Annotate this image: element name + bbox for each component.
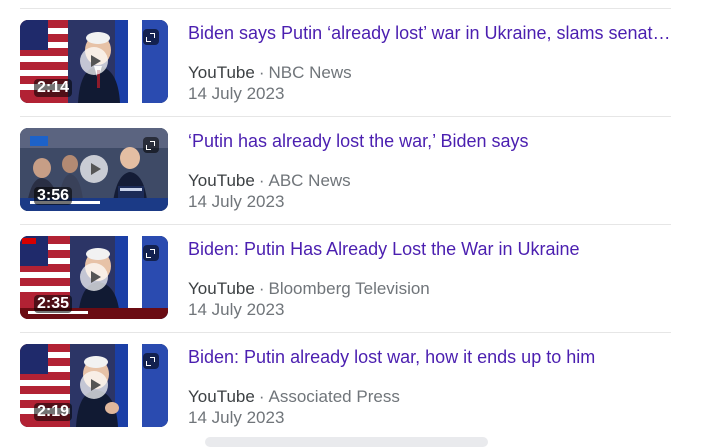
video-thumbnail[interactable]: 2:19	[20, 344, 168, 427]
video-channel: Associated Press	[268, 387, 400, 406]
video-duration: 3:56	[34, 187, 73, 205]
video-title-link[interactable]: ‘Putin has already lost the war,’ Biden …	[188, 130, 676, 152]
video-date: 14 July 2023	[188, 408, 285, 427]
play-icon[interactable]	[80, 155, 108, 183]
video-title-link[interactable]: Biden: Putin already lost war, how it en…	[188, 346, 676, 368]
play-icon[interactable]	[80, 371, 108, 399]
video-channel: ABC News	[268, 171, 351, 190]
video-thumbnail[interactable]: 3:56	[20, 128, 168, 211]
video-thumbnail[interactable]: 2:35	[20, 236, 168, 319]
video-meta: YouTube · NBC News	[188, 63, 352, 83]
video-date: 14 July 2023	[188, 84, 285, 103]
video-duration: 2:35	[34, 295, 73, 313]
video-channel: Bloomberg Television	[268, 279, 430, 298]
video-date: 14 July 2023	[188, 300, 285, 319]
video-thumbnail[interactable]: 2:14	[20, 20, 168, 103]
video-channel: NBC News	[268, 63, 352, 82]
video-title-link[interactable]: Biden says Putin ‘already lost’ war in U…	[188, 22, 676, 44]
expand-icon[interactable]	[143, 137, 159, 153]
video-result-3[interactable]: 2:35 Biden: Putin Has Already Lost the W…	[20, 225, 671, 332]
video-source: YouTube	[188, 279, 255, 298]
video-meta: YouTube · Bloomberg Television	[188, 279, 430, 299]
video-source: YouTube	[188, 387, 255, 406]
video-duration: 2:14	[34, 79, 73, 97]
meta-separator: ·	[258, 387, 265, 406]
video-result-1[interactable]: 2:14 Biden says Putin ‘already lost’ war…	[20, 9, 671, 116]
bottom-scroll-pill[interactable]	[205, 437, 488, 447]
video-source: YouTube	[188, 63, 255, 82]
expand-icon[interactable]	[143, 245, 159, 261]
play-icon[interactable]	[80, 47, 108, 75]
expand-icon[interactable]	[143, 353, 159, 369]
expand-icon[interactable]	[143, 29, 159, 45]
video-title-link[interactable]: Biden: Putin Has Already Lost the War in…	[188, 238, 676, 260]
play-icon[interactable]	[80, 263, 108, 291]
video-meta: YouTube · Associated Press	[188, 387, 400, 407]
video-meta: YouTube · ABC News	[188, 171, 351, 191]
video-date: 14 July 2023	[188, 192, 285, 211]
video-result-2[interactable]: 3:56 ‘Putin has already lost the war,’ B…	[20, 117, 671, 224]
meta-separator: ·	[258, 171, 265, 190]
video-duration: 2:19	[34, 403, 73, 421]
video-results-list: 2:14 Biden says Putin ‘already lost’ war…	[20, 8, 671, 440]
video-source: YouTube	[188, 171, 255, 190]
video-result-4[interactable]: 2:19 Biden: Putin already lost war, how …	[20, 333, 671, 440]
meta-separator: ·	[258, 63, 265, 82]
meta-separator: ·	[258, 279, 265, 298]
